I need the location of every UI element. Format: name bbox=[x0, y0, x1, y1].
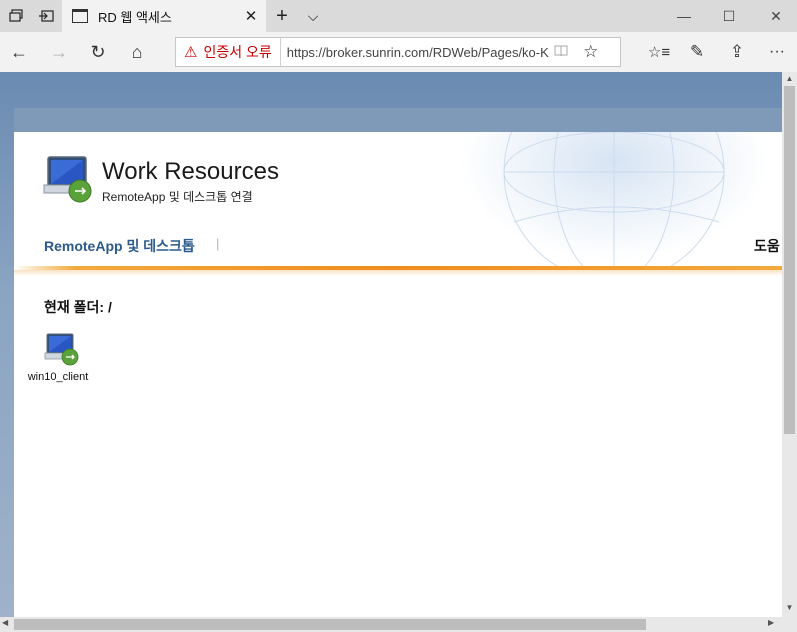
vertical-scroll-thumb[interactable] bbox=[784, 86, 795, 434]
remote-desktop-logo-icon bbox=[42, 155, 96, 205]
page-title: Work Resources bbox=[102, 158, 279, 185]
remote-desktop-icon[interactable] bbox=[44, 332, 80, 368]
scroll-right-arrow-icon[interactable]: ▶ bbox=[768, 618, 780, 631]
tab-title: RD 웹 액세스 bbox=[98, 9, 172, 25]
nav-remoteapp-link[interactable]: RemoteApp 및 데스크톱 bbox=[44, 236, 195, 256]
add-favorite-star-icon[interactable]: ☆ bbox=[573, 42, 609, 62]
tab-preview-chevron-icon[interactable]: ⌵ bbox=[297, 0, 329, 32]
home-button[interactable]: ⌂ bbox=[118, 32, 156, 72]
scrollbar-corner bbox=[782, 617, 797, 632]
tab-actions-icon[interactable] bbox=[0, 0, 32, 32]
scroll-up-arrow-icon[interactable]: ▲ bbox=[782, 74, 797, 86]
url-text[interactable]: https://broker.sunrin.com/RDWeb/Pages/ko… bbox=[287, 45, 549, 60]
warning-icon: ⚠ bbox=[184, 44, 198, 61]
maximize-button[interactable]: ☐ bbox=[705, 0, 753, 32]
header-divider-shadow bbox=[14, 270, 782, 276]
tab-close-icon[interactable]: ✕ bbox=[236, 7, 266, 25]
horizontal-scroll-thumb[interactable] bbox=[14, 619, 646, 630]
more-options-icon[interactable]: ··· bbox=[758, 32, 796, 72]
set-aside-tabs-icon[interactable] bbox=[30, 0, 62, 32]
nav-separator: | bbox=[216, 236, 220, 251]
certificate-error-label: 인증서 오류 bbox=[203, 44, 272, 60]
address-bar[interactable]: ⚠ 인증서 오류 https://broker.sunrin.com/RDWeb… bbox=[175, 37, 621, 67]
back-button[interactable]: ← bbox=[0, 32, 38, 72]
certificate-error-button[interactable]: ⚠ 인증서 오류 bbox=[176, 38, 281, 66]
favorites-hub-icon[interactable]: ☆≡ bbox=[640, 32, 678, 72]
scroll-left-arrow-icon[interactable]: ◀ bbox=[2, 618, 14, 631]
new-tab-button[interactable]: + bbox=[266, 0, 298, 32]
scroll-down-arrow-icon[interactable]: ▼ bbox=[782, 603, 797, 615]
minimize-button[interactable]: — bbox=[660, 0, 708, 32]
forward-button[interactable]: → bbox=[40, 32, 78, 72]
book-icon bbox=[554, 45, 568, 56]
browser-tab[interactable]: RD 웹 액세스 ✕ bbox=[62, 0, 266, 32]
refresh-button[interactable]: ↻ bbox=[79, 32, 117, 72]
share-icon[interactable]: ⇪ bbox=[718, 32, 756, 72]
reading-view-icon[interactable] bbox=[549, 45, 573, 60]
page-favicon-icon bbox=[72, 9, 88, 23]
web-notes-pen-icon[interactable]: ✎ bbox=[678, 32, 716, 72]
page-subtitle: RemoteApp 및 데스크톱 연결 bbox=[102, 190, 253, 204]
current-folder-label: 현재 폴더: / bbox=[44, 299, 112, 315]
panel-top-strip bbox=[14, 108, 782, 132]
window-close-button[interactable]: ✕ bbox=[752, 0, 797, 32]
nav-help-link[interactable]: 도움 bbox=[754, 236, 780, 256]
set-aside-icon bbox=[39, 10, 54, 22]
tab-group-icon bbox=[9, 9, 23, 22]
resource-label[interactable]: win10_client bbox=[20, 371, 96, 383]
